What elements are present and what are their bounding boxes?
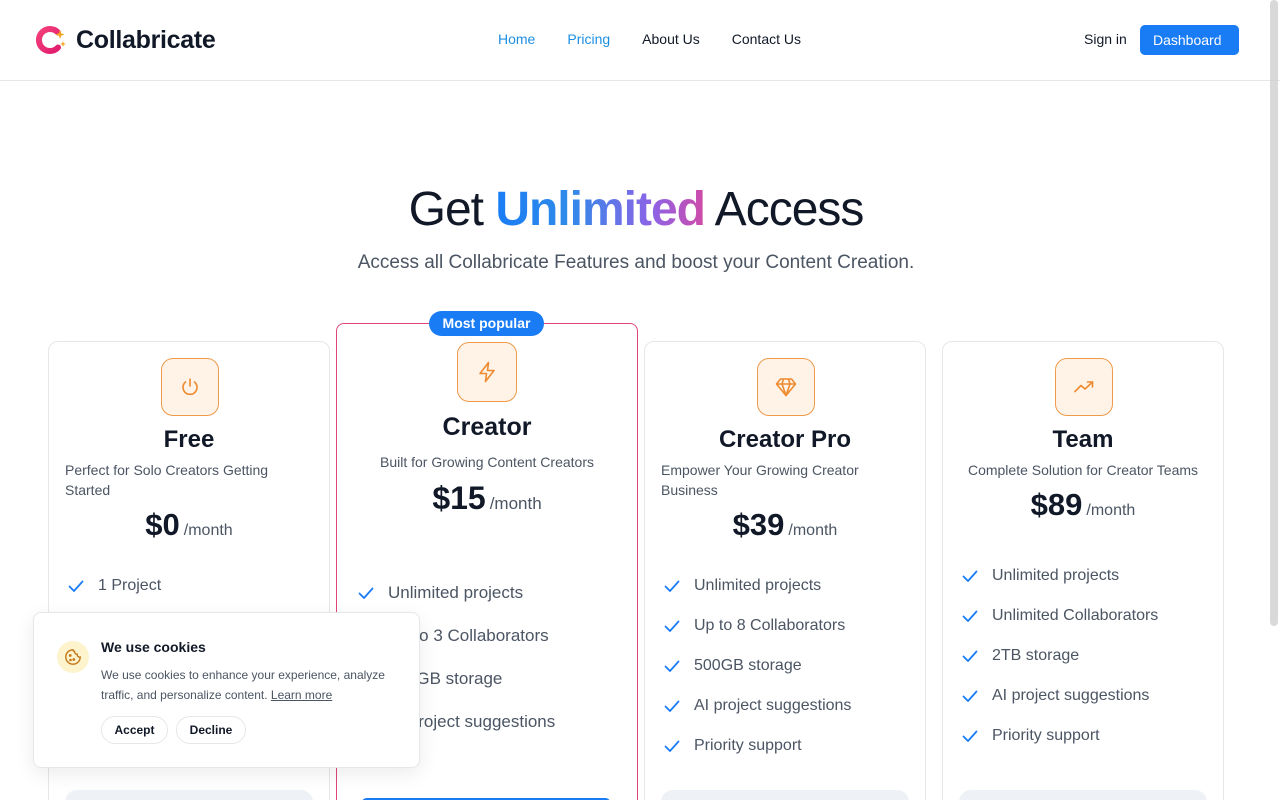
sign-in-link[interactable]: Sign in [1084, 31, 1127, 47]
price-amount: $89 [1030, 487, 1083, 522]
price-amount: $39 [732, 507, 785, 542]
plan-price: $0/month [49, 507, 329, 543]
feature-item: Unlimited projects [663, 575, 851, 597]
nav-home[interactable]: Home [498, 31, 535, 47]
check-icon [358, 587, 374, 599]
nav-pricing[interactable]: Pricing [567, 31, 610, 47]
plan-icon-box [757, 358, 815, 416]
feature-item: Priority support [663, 735, 851, 757]
feature-list: Unlimited projects Up to 8 Collaborators… [663, 575, 851, 775]
site-header: Collabricate Home Pricing About Us Conta… [0, 0, 1280, 81]
check-icon [962, 570, 978, 582]
hero-subtitle: Access all Collabricate Features and boo… [357, 252, 915, 273]
check-icon [962, 730, 978, 742]
cookie-message: We use cookies to enhance your experienc… [101, 668, 385, 702]
plan-description: Built for Growing Content Creators [380, 454, 594, 470]
price-period: /month [1086, 502, 1136, 519]
price-period: /month [489, 494, 542, 513]
feature-item: Up to 8 Collaborators [663, 615, 851, 637]
feature-label: Up to 8 Collaborators [694, 617, 846, 634]
plan-name: Creator Pro [718, 426, 852, 453]
plan-name: Creator [442, 413, 532, 441]
feature-label: Unlimited Collaborators [992, 607, 1159, 624]
check-icon [664, 620, 680, 632]
check-icon [664, 740, 680, 752]
cookie-icon-badge [57, 641, 89, 673]
nav-about-us[interactable]: About Us [642, 31, 700, 47]
brand-name: Collabricate [76, 25, 216, 54]
plan-cta-button[interactable] [959, 790, 1207, 800]
plan-cta-button[interactable] [661, 790, 909, 800]
plan-icon-box [161, 358, 219, 416]
plan-price: $89/month [943, 487, 1223, 523]
price-period: /month [183, 522, 233, 539]
check-icon [962, 690, 978, 702]
plan-description: Empower Your Growing Creator Business [661, 462, 859, 498]
check-icon [664, 580, 680, 592]
page-scrollbar[interactable] [1270, 0, 1278, 626]
feature-item: Unlimited projects [961, 565, 1158, 587]
feature-item: 500GB storage [663, 655, 851, 677]
feature-label: Priority support [992, 727, 1100, 744]
plan-card-creator-pro: Creator Pro Empower Your Growing Creator… [644, 341, 926, 800]
feature-label: Unlimited projects [694, 577, 822, 594]
cookie-icon [65, 649, 81, 665]
plan-name: Free [163, 426, 215, 453]
most-popular-badge: Most popular [429, 311, 544, 336]
feature-label: 2TB storage [992, 647, 1080, 664]
learn-more-link[interactable]: Learn more [271, 688, 332, 702]
price-amount: $15 [432, 480, 486, 516]
check-icon [664, 660, 680, 672]
feature-item: Priority support [961, 725, 1158, 747]
plan-card-team: Team Complete Solution for Creator Teams… [942, 341, 1224, 800]
decline-cookies-button[interactable]: Decline [176, 716, 246, 744]
check-icon [68, 580, 84, 592]
feature-list: Unlimited projects Unlimited Collaborato… [961, 565, 1158, 765]
feature-list: 1 Project [67, 575, 161, 597]
feature-label: Unlimited projects [992, 567, 1120, 584]
plan-price: $39/month [645, 507, 925, 543]
logo-icon [36, 26, 66, 54]
hero-title-after: Access [704, 183, 865, 236]
plan-description: Complete Solution for Creator Teams [967, 462, 1199, 478]
feature-item: Unlimited Collaborators [961, 605, 1158, 627]
feature-label: AI project suggestions [992, 687, 1150, 704]
hero-title-highlight: Unlimited [495, 183, 706, 236]
trending-up-icon [1074, 381, 1094, 393]
feature-label: 500GB storage [694, 657, 802, 674]
feature-item: 2TB storage [961, 645, 1158, 667]
check-icon [962, 650, 978, 662]
plan-description: Perfect for Solo Creators Getting Starte… [65, 462, 269, 498]
accept-cookies-button[interactable]: Accept [101, 716, 168, 744]
plan-icon-box [457, 342, 517, 402]
plan-name: Team [1052, 426, 1114, 453]
feature-label: Unlimited projects [388, 583, 524, 602]
feature-item: 1 Project [67, 575, 161, 597]
check-icon [962, 610, 978, 622]
plan-price: $15/month [337, 480, 637, 517]
dashboard-button[interactable]: Dashboard [1140, 25, 1239, 55]
brand-logo[interactable]: Collabricate [36, 24, 216, 56]
lightning-icon [479, 361, 495, 383]
feature-item: AI project suggestions [961, 685, 1158, 707]
plan-cta-button[interactable] [65, 790, 313, 800]
cookie-title: We use cookies [101, 639, 206, 655]
feature-label: Priority support [694, 737, 802, 754]
feature-label: AI project suggestions [694, 697, 852, 714]
check-icon [664, 700, 680, 712]
plan-icon-box [1055, 358, 1113, 416]
main-nav: Home Pricing About Us Contact Us [498, 31, 801, 47]
hero-title: Get Unlimited Access [0, 182, 1272, 237]
cookie-consent-banner: We use cookies We use cookies to enhance… [33, 612, 420, 768]
hero-title-before: Get [408, 183, 496, 236]
diamond-icon [775, 378, 797, 397]
feature-item: Unlimited projects [357, 582, 555, 604]
feature-item: AI project suggestions [663, 695, 851, 717]
price-amount: $0 [145, 507, 180, 542]
power-icon [182, 378, 198, 396]
price-period: /month [788, 522, 838, 539]
nav-contact-us[interactable]: Contact Us [732, 31, 801, 47]
feature-label: 1 Project [98, 577, 162, 594]
cookie-text: We use cookies to enhance your experienc… [101, 665, 401, 705]
